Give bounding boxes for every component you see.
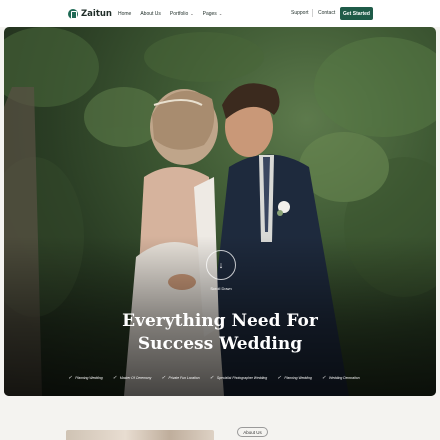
check-icon: ✓ (209, 375, 214, 381)
contact-link[interactable]: Contact (318, 10, 335, 16)
feature-label: Private Fun Location (168, 376, 200, 380)
check-icon: ✓ (112, 375, 117, 381)
feature-item: ✓ Wedding Decoration (322, 375, 360, 381)
feature-label: Planning Wedding (284, 376, 312, 380)
feature-item: ✓ Specialist Photographer Wedding (210, 375, 267, 381)
check-icon: ✓ (161, 375, 166, 381)
feature-list: ✓ Planning Wedding ✓ Master Of Ceremony ✓ P… (68, 374, 370, 382)
nav-link-pages[interactable]: Pages ⌄ (203, 11, 223, 17)
feature-label: Planning Wedding (75, 376, 103, 380)
feature-item: ✓ Planning Wedding (68, 375, 103, 381)
about-us-badge: About Us (237, 427, 268, 437)
feature-label: Specialist Photographer Wedding (216, 376, 268, 380)
feature-item: ✓ Master Of Ceremony (113, 375, 152, 381)
get-started-button[interactable]: Get Started (340, 7, 373, 20)
hero-headline: Everything Need For Success Wedding (4, 310, 436, 356)
chevron-down-icon: ⌄ (218, 11, 223, 16)
top-navbar: Zaitun Home About Us Portfolio ⌄ Pages ⌄ S… (0, 0, 440, 27)
feature-item: ✓ Planning Wedding (277, 375, 312, 381)
brand-logo[interactable]: Zaitun (68, 7, 112, 20)
about-image (66, 430, 214, 440)
check-icon: ✓ (321, 375, 326, 381)
arrow-down-icon: ↓ (218, 260, 224, 270)
nav-divider (312, 9, 313, 17)
nav-link-home[interactable]: Home (118, 11, 131, 17)
main-nav: Home About Us Portfolio ⌄ Pages ⌄ (118, 9, 231, 18)
headline-line-2: Success Wedding (137, 334, 303, 354)
logo-icon (68, 8, 78, 19)
brand-name: Zaitun (81, 8, 112, 19)
nav-link-about[interactable]: About Us (140, 11, 161, 17)
check-icon: ✓ (68, 375, 73, 381)
check-icon: ✓ (277, 375, 282, 381)
nav-link-portfolio[interactable]: Portfolio ⌄ (170, 11, 194, 17)
feature-item: ✓ Private Fun Location (161, 375, 199, 381)
nav-link-label: Home (118, 10, 132, 17)
feature-label: Wedding Decoration (329, 376, 360, 380)
scroll-down-label: Scroll Down (210, 286, 232, 291)
feature-label: Master Of Ceremony (119, 376, 152, 380)
scroll-down-button[interactable]: ↓ (206, 250, 236, 280)
nav-link-label: Portfolio (169, 10, 189, 17)
hero-banner: ↓ Scroll Down Everything Need For Succes… (4, 27, 436, 396)
nav-link-label: About Us (140, 10, 161, 17)
support-link[interactable]: Support (291, 10, 309, 16)
chevron-down-icon: ⌄ (190, 11, 194, 16)
headline-line-1: Everything Need For (122, 311, 318, 331)
nav-link-label: Pages (202, 10, 217, 17)
